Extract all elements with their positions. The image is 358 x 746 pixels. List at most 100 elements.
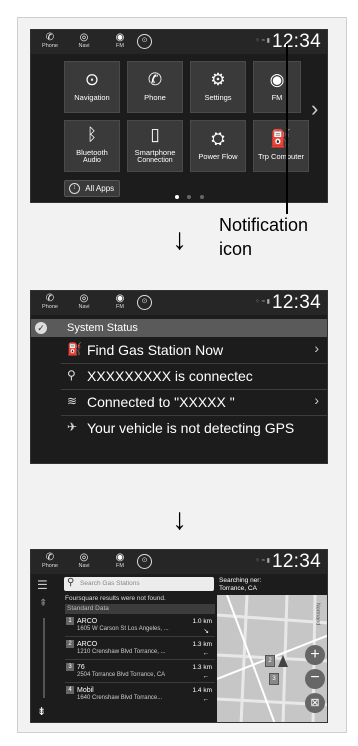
navi-icon: ◎ <box>79 552 89 563</box>
callout-line1: Notification <box>219 215 309 235</box>
divider <box>61 415 327 416</box>
phone-shortcut-button[interactable]: ✆ Phone <box>35 32 65 52</box>
search-icon: ⚲ <box>67 577 75 588</box>
direction-arrow-icon: ↘ <box>203 628 209 635</box>
notification-row-gas[interactable]: ⛽ Find Gas Station Now › <box>31 339 327 362</box>
power-flow-icon: ⛭ <box>211 129 225 148</box>
list-item[interactable]: 1 ARCO 1605 W Carson St Los Angeles, ...… <box>65 615 215 637</box>
scroll-down-icon[interactable]: ⇟ <box>37 705 46 718</box>
divider <box>61 363 327 364</box>
notification-icon[interactable]: ⁘ ≈ ▮ <box>255 298 270 305</box>
navigation-tile[interactable]: ⊙ Navigation <box>64 61 120 113</box>
phone-tile[interactable]: ✆ Phone <box>127 61 183 113</box>
phone-icon: ✆ <box>147 70 163 89</box>
notification-screen: ✆ Phone ◎ Navi ◉ FM ⊙ ⁘ ≈ ▮ 12:34 ✓ Syst… <box>30 290 328 464</box>
radio-icon: ◉ <box>269 70 285 89</box>
fuel-icon: ⛽ <box>67 342 82 356</box>
power-flow-tile[interactable]: ⛭ Power Flow <box>190 120 246 172</box>
voice-icon[interactable]: ⊙ <box>137 554 152 569</box>
voice-icon[interactable]: ⊙ <box>137 295 152 310</box>
standard-data-header: Standard Data <box>65 604 215 614</box>
map-street-label: Normand <box>314 602 321 626</box>
page-dot <box>187 195 192 199</box>
phone-icon: ✆ <box>45 552 55 563</box>
bluetooth-audio-tile[interactable]: ᛒ Bluetooth Audio <box>64 120 120 172</box>
zoom-in-button[interactable]: + <box>305 645 325 665</box>
radio-icon: ◉ <box>115 32 125 43</box>
home-screen: ✆ Phone ◎ Navi ◉ FM ⊙ ⁘ ≈ ▮ 12:34 ⊙ Navi… <box>30 29 328 203</box>
scroll-up-icon[interactable]: ⇞ <box>39 598 47 609</box>
navi-icon: ◎ <box>79 293 89 304</box>
direction-arrow-icon: ← <box>202 673 210 680</box>
system-status-header: ✓ System Status <box>31 319 327 337</box>
zoom-out-button[interactable]: − <box>305 669 325 689</box>
gas-station-search-screen: ✆ Phone ◎ Navi ◉ FM ⊙ ⁘ ≈ ▮ 12:34 ☰ ⚲ Se… <box>30 549 328 723</box>
phone-shortcut-button[interactable]: ✆ Phone <box>35 293 65 313</box>
status-bar: ✆ Phone ◎ Navi ◉ FM ⊙ ⁘ ≈ ▮ 12:34 <box>31 291 327 315</box>
apps-grid-icon: ⁝ <box>69 183 80 195</box>
menu-icon[interactable]: ☰ <box>37 578 48 592</box>
notification-row-usb[interactable]: ⚲ XXXXXXXXX is connectec <box>31 365 327 388</box>
list-item[interactable]: 3 76 2504 Torrance Blvd Torrance, CA 1.3… <box>65 661 215 683</box>
phone-icon: ✆ <box>45 293 55 304</box>
phone-shortcut-button[interactable]: ✆ Phone <box>35 552 65 572</box>
usb-icon: ⚲ <box>67 368 76 382</box>
smartphone-icon: ▯ <box>150 125 160 144</box>
clock: 12:34 <box>271 292 321 313</box>
divider <box>61 389 327 390</box>
navigation-icon: ⊙ <box>84 70 100 89</box>
settings-tile[interactable]: ⚙ Settings <box>190 61 246 113</box>
list-item[interactable]: 2 ARCO 1210 Crenshaw Blvd Torrance, ... … <box>65 638 215 660</box>
map-pin[interactable]: 2 <box>265 655 275 667</box>
all-apps-button[interactable]: ⁝ All Apps <box>64 180 120 197</box>
status-bar: ✆ Phone ◎ Navi ◉ FM ⊙ ⁘ ≈ ▮ 12:34 <box>31 550 327 574</box>
clock: 12:34 <box>271 551 321 572</box>
searching-near-label: Searching ner: <box>219 577 262 584</box>
phone-icon: ✆ <box>45 32 55 43</box>
navi-icon: ◎ <box>79 32 89 43</box>
radio-icon: ◉ <box>115 552 125 563</box>
fm-shortcut-button[interactable]: ◉ FM <box>105 293 135 313</box>
notification-icon[interactable]: ⁘ ≈ ▮ <box>255 37 270 44</box>
gps-icon: ✈ <box>67 420 78 434</box>
fm-shortcut-button[interactable]: ◉ FM <box>105 32 135 52</box>
notification-row-gps[interactable]: ✈ Your vehicle is not detecting GPS <box>31 417 327 440</box>
fm-shortcut-button[interactable]: ◉ FM <box>105 552 135 572</box>
arrow-down-icon: ↓ <box>172 503 187 536</box>
navi-shortcut-button[interactable]: ◎ Navi <box>69 552 99 572</box>
bluetooth-icon: ᛒ <box>86 125 98 144</box>
searching-location: Torrance, CA <box>219 585 257 592</box>
fm-tile[interactable]: ◉ FM <box>253 61 301 113</box>
next-page-chevron-icon[interactable]: › <box>311 96 318 122</box>
navi-shortcut-button[interactable]: ◎ Navi <box>69 293 99 313</box>
navi-shortcut-button[interactable]: ◎ Navi <box>69 32 99 52</box>
trip-computer-tile[interactable]: ⛽ Trp Computer <box>253 120 309 172</box>
list-scrollbar[interactable] <box>43 618 45 698</box>
status-bar: ✆ Phone ◎ Navi ◉ FM ⊙ ⁘ ≈ ▮ 12:34 <box>31 30 327 54</box>
arrow-down-icon: ↓ <box>172 223 187 256</box>
clock: 12:34 <box>271 31 321 52</box>
direction-arrow-icon: ← <box>202 696 210 703</box>
no-results-message: Foursquare results were not found. <box>65 595 166 602</box>
callout-leader-line <box>286 44 288 214</box>
direction-arrow-icon: ← <box>202 650 210 657</box>
notification-icon[interactable]: ⁘ ≈ ▮ <box>255 557 270 564</box>
voice-icon[interactable]: ⊙ <box>137 34 152 49</box>
check-icon: ✓ <box>35 322 47 334</box>
callout-line2: icon <box>219 239 253 259</box>
smartphone-connection-tile[interactable]: ▯ Smartphone Connection <box>127 120 183 172</box>
map-options-button[interactable]: ⊠ <box>305 693 325 713</box>
map-view[interactable]: 2 3 Normand + − ⊠ <box>217 595 327 722</box>
gear-icon: ⚙ <box>210 70 226 89</box>
page-indicator <box>175 186 204 202</box>
search-input[interactable]: ⚲ Search Gas Stations <box>64 577 214 591</box>
fuel-icon: ⛽ <box>270 129 292 148</box>
chevron-right-icon: › <box>314 392 319 408</box>
notification-row-wifi[interactable]: ≋ Connected to "XXXXX " › <box>31 391 327 414</box>
list-item[interactable]: 4 Mobil 1640 Crenshaw Blvd Torrance... 1… <box>65 684 215 722</box>
page-dot <box>175 195 179 199</box>
map-pin[interactable]: 3 <box>269 673 279 685</box>
wifi-icon: ≋ <box>67 394 78 408</box>
radio-icon: ◉ <box>115 293 125 304</box>
page-dot <box>199 195 204 199</box>
